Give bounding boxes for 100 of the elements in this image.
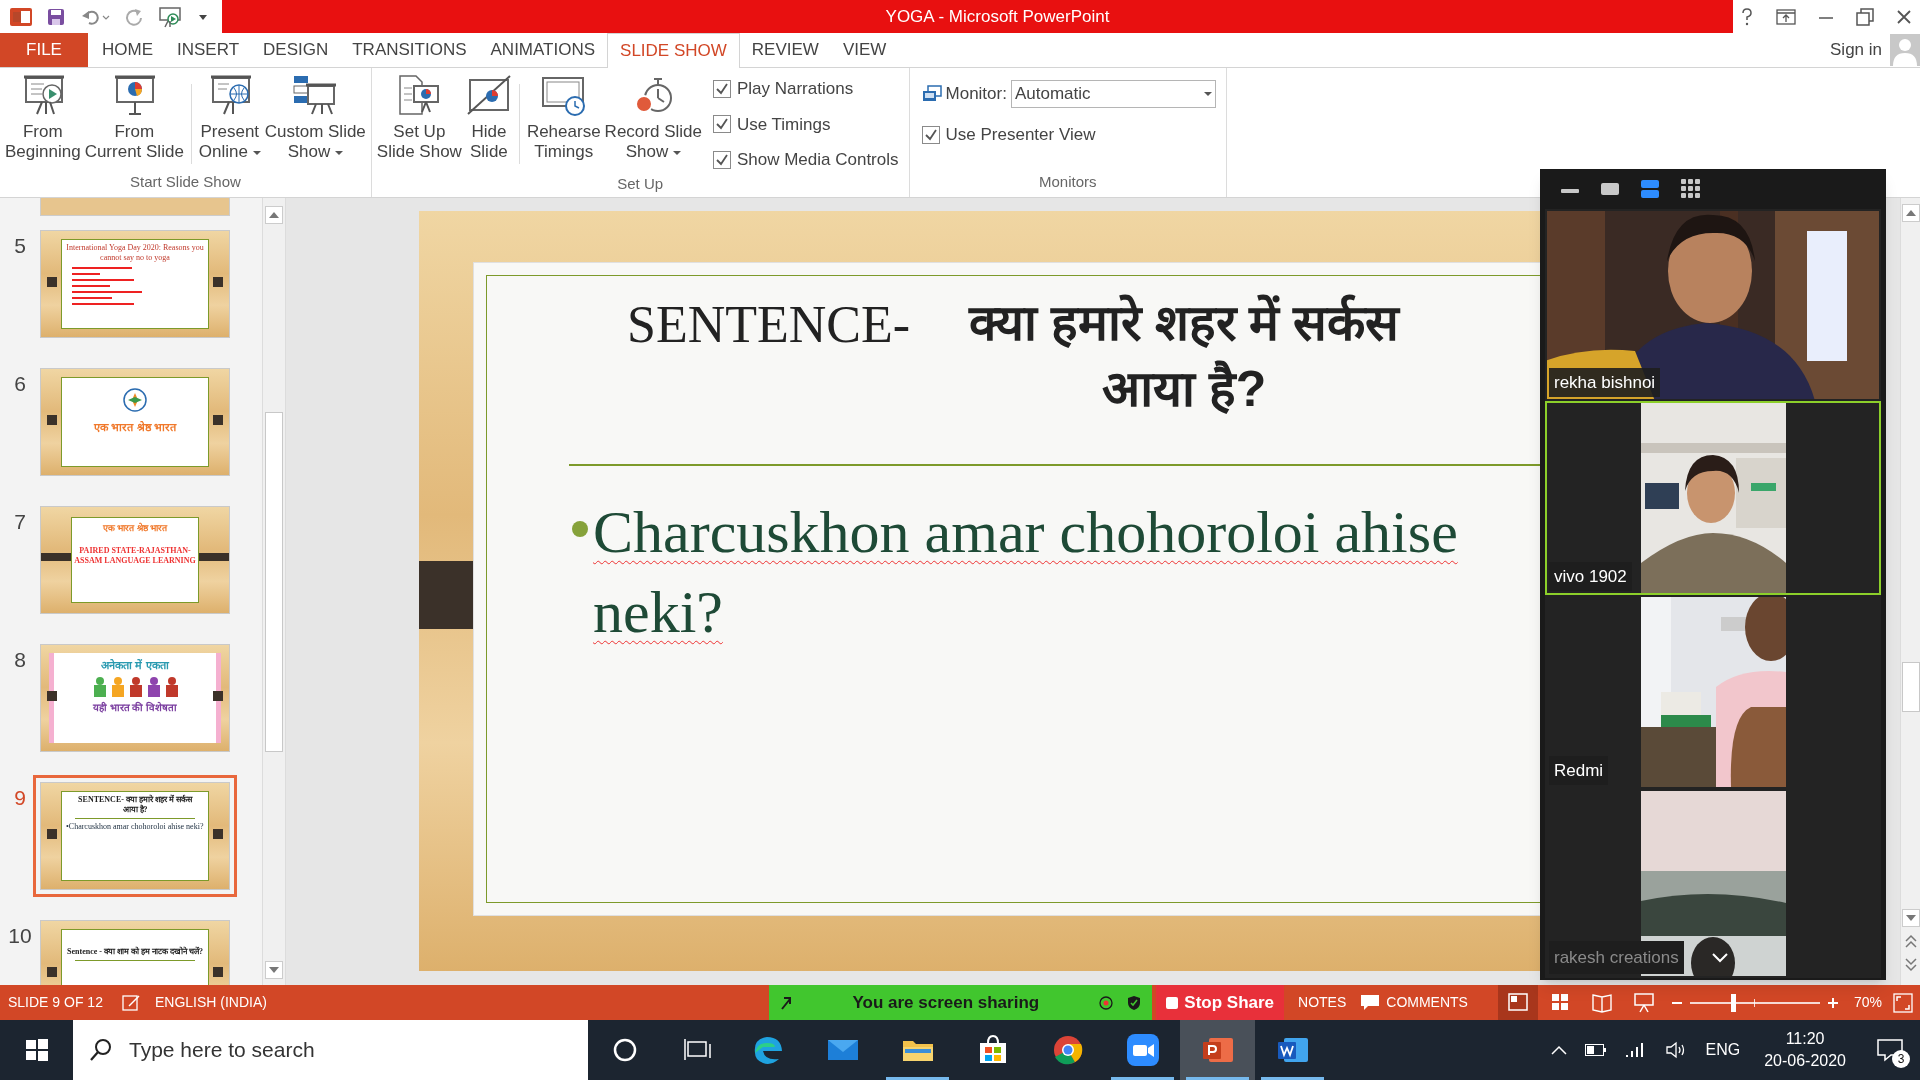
scroll-up-icon[interactable] — [265, 206, 283, 224]
chevron-down-icon[interactable] — [1711, 952, 1729, 964]
zoom-level[interactable]: 70% — [1839, 992, 1892, 1013]
checkbox-option[interactable]: Play Narrations — [712, 76, 899, 102]
binder-clip — [213, 415, 223, 425]
binder-clip — [47, 829, 57, 839]
slide-number: 7 — [13, 509, 27, 535]
scrollbar-thumb[interactable] — [1901, 662, 1920, 712]
normal-view-icon[interactable] — [1497, 985, 1538, 1020]
slide-thumbnail[interactable]: अनेकता में एकता यही भारत की विशेषता — [40, 644, 230, 752]
chevron-up-icon[interactable] — [1551, 1045, 1568, 1055]
dropdown-caret-icon — [672, 149, 681, 156]
powerpoint-logo-icon[interactable] — [10, 5, 32, 28]
screen-timer-icon — [540, 74, 587, 116]
zoom-slider[interactable] — [1689, 993, 1820, 1012]
battery-icon[interactable] — [1585, 1044, 1608, 1056]
ribbon-display-icon[interactable] — [1776, 8, 1796, 25]
stacked-view-icon[interactable] — [1640, 178, 1662, 200]
notes-button[interactable]: NOTES — [1284, 992, 1361, 1013]
help-icon[interactable] — [1740, 7, 1754, 26]
slide-thumbnail[interactable]: एक भारत श्रेष्ठ भारत PAIRED STATE-RAJASTHAN-ASSAM LANGUAGE LEARNING — [40, 506, 230, 614]
ribbon-button[interactable]: From Beginning — [4, 74, 82, 162]
presentation-icon[interactable] — [158, 5, 184, 28]
notifications-icon[interactable] — [1877, 1038, 1903, 1062]
binder-clip — [213, 277, 223, 287]
binder-clip — [213, 691, 223, 701]
close-icon[interactable] — [1896, 8, 1912, 25]
slide-thumbnail[interactable]: International Yoga Day 2020: Reasons you cannot say no to yoga — [40, 230, 230, 338]
ribbon-tab[interactable]: TRANSITIONS — [340, 33, 479, 67]
ribbon-button[interactable]: Custom Slide Show — [263, 74, 367, 162]
ribbon-tab[interactable]: DESIGN — [251, 33, 341, 67]
ribbon-tab[interactable]: INSERT — [165, 33, 252, 67]
fit-slide-icon[interactable] — [1892, 991, 1914, 1014]
video-tile[interactable]: rekha bishnoi — [1545, 209, 1881, 401]
scroll-down-icon[interactable] — [265, 961, 283, 979]
ribbon-button[interactable]: Present Online — [197, 74, 262, 162]
video-camera-icon — [1125, 1033, 1160, 1067]
slide-subtitle: PAIRED STATE-RAJASTHAN-ASSAM LANGUAGE LEARNING — [74, 545, 196, 566]
notes-page-icon[interactable] — [120, 993, 143, 1012]
binder-clip — [47, 691, 57, 701]
search-field[interactable]: Type here to search — [73, 1020, 588, 1080]
sharing-banner: You are screen sharing — [769, 985, 1153, 1020]
bullet-lines-drawing — [72, 267, 142, 305]
restore-icon[interactable] — [1856, 7, 1874, 26]
projector-slides-icon — [292, 74, 339, 116]
ribbon-button[interactable]: Record Slide Show — [603, 74, 703, 162]
grid-view-icon[interactable] — [1680, 178, 1702, 200]
ribbon-tab[interactable]: HOME — [90, 33, 165, 67]
ribbon-tab[interactable]: ANIMATIONS — [478, 33, 608, 67]
task-view-icon[interactable] — [684, 1038, 712, 1062]
comments-button[interactable]: COMMENTS — [1360, 992, 1498, 1013]
scroll-up-icon[interactable] — [1901, 204, 1920, 222]
language-indicator[interactable]: ENGLISH (INDIA) — [154, 992, 267, 1013]
binder-clip — [213, 829, 223, 839]
next-slide-icon[interactable] — [1903, 955, 1918, 973]
scrollbar-thumb[interactable] — [265, 412, 283, 752]
slide-number: 9 — [13, 785, 27, 811]
input-language-indicator[interactable]: ENG — [1705, 1038, 1741, 1062]
slide-title: अनेकता में एकता — [101, 658, 169, 673]
stop-share-button[interactable]: Stop Share — [1156, 985, 1285, 1020]
slide-title: Sentence - क्या शाम को हम नाटक दखोने चलें? — [67, 947, 203, 957]
ribbon-button[interactable]: Set Up Slide Show — [375, 74, 463, 162]
checkbox-option[interactable]: Show Media Controls — [712, 147, 899, 173]
monitor-label: Monitor: — [945, 83, 1007, 106]
slide-thumbnail[interactable]: Sentence - क्या शाम को हम नाटक दखोने चलें? — [40, 920, 230, 985]
emblem-icon — [122, 387, 148, 413]
video-tile[interactable]: rakesh creations — [1545, 789, 1881, 978]
monitor-dropdown[interactable]: Automatic — [1010, 80, 1216, 108]
shield-check-icon — [1126, 994, 1143, 1011]
slide-thumbnail[interactable]: SENTENCE- क्या हमारे शहर में सर्कस आया है? •Charcuskhon amar chohoroloi ahise neki? — [40, 782, 230, 890]
zoom-in-icon[interactable] — [1825, 995, 1840, 1010]
sign-in-link[interactable]: Sign in — [1830, 37, 1882, 63]
ribbon-tab[interactable]: SLIDE SHOW — [607, 33, 740, 68]
slide-thumbnail[interactable] — [40, 198, 230, 216]
window-title: YOGA - Microsoft PowerPoint — [884, 5, 1110, 28]
ribbon-button[interactable]: Rehearse Timings — [525, 74, 602, 162]
windows-logo-icon — [25, 1039, 48, 1061]
video-tile[interactable]: Redmi — [1545, 595, 1881, 789]
clock[interactable]: 11:20 20-06-2020 — [1758, 1028, 1852, 1072]
ribbon-button[interactable]: Hide Slide — [464, 74, 513, 162]
checkbox-option[interactable]: Use Presenter View — [921, 122, 1216, 148]
slide-text: •Charcuskhon amar chohoroloi ahise neki? — [66, 822, 204, 832]
checkbox-option[interactable]: Use Timings — [712, 111, 899, 137]
file-tab[interactable]: FILE — [0, 33, 88, 67]
cortana-icon[interactable] — [612, 1037, 638, 1063]
slide-title: एक भारत श्रेष्ठ भारत — [102, 522, 168, 535]
save-icon[interactable] — [46, 6, 66, 27]
ribbon-tab[interactable]: VIEW — [830, 33, 899, 67]
video-tile[interactable]: vivo 1902 — [1545, 401, 1881, 595]
dropdown-caret-icon — [252, 149, 261, 156]
ribbon-button[interactable]: From Current Slide — [83, 74, 185, 162]
participant-name: Redmi — [1549, 755, 1609, 785]
binder-clip — [47, 967, 57, 977]
stop-icon — [1166, 996, 1179, 1009]
slide-number: 10 — [7, 923, 33, 949]
slide-canvas[interactable]: SENTENCE- क्या हमारे शहर में सर्कस आया है? Charcuskhon amar chohoroloi ahise neki? — [419, 211, 1540, 971]
scroll-down-icon[interactable] — [1901, 909, 1920, 927]
ribbon-tab[interactable]: REVIEW — [739, 33, 831, 67]
participant-name: vivo 1902 — [1549, 561, 1632, 591]
group-label: Monitors — [1037, 171, 1098, 192]
